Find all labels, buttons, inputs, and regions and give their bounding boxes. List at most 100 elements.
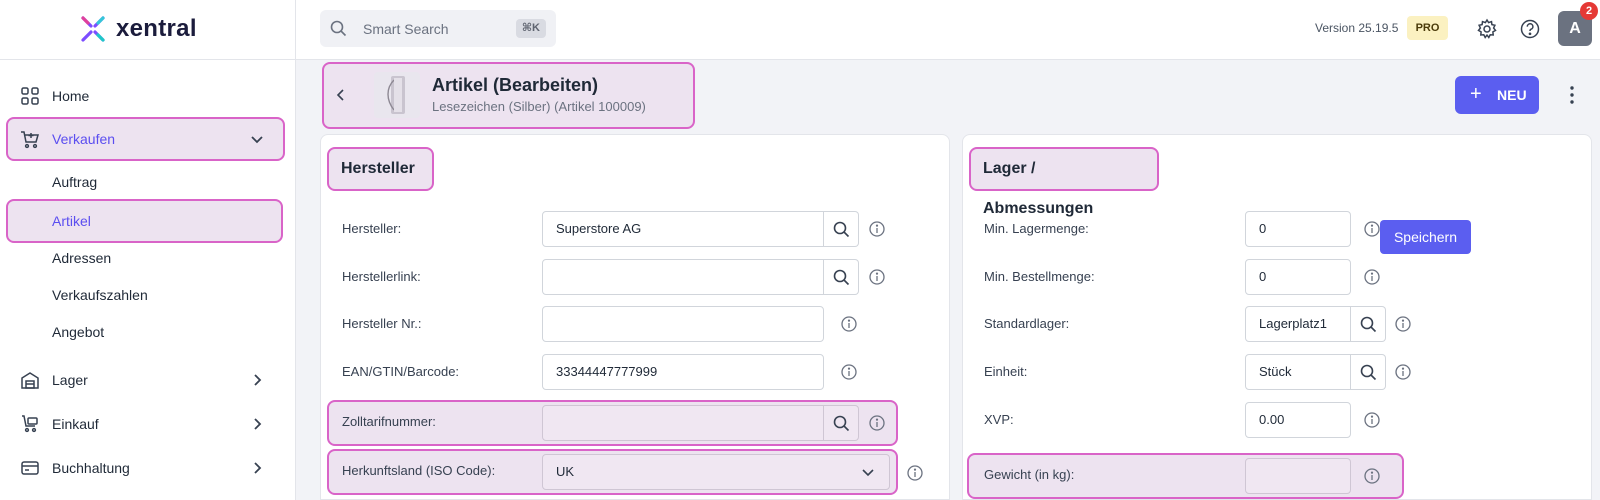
sidebar-subitem-label: Verkaufszahlen	[52, 287, 148, 303]
accounting-icon	[21, 461, 39, 475]
brand-name: xentral	[116, 15, 197, 42]
lager-card-title: Lager / Abmessungen	[969, 147, 1159, 217]
search-icon	[1360, 316, 1377, 333]
sidebar-subitem-angebot[interactable]: Angebot	[6, 312, 283, 352]
sidebar-item-buchhaltung[interactable]: Buchhaltung	[6, 446, 285, 490]
info-icon[interactable]	[1363, 411, 1381, 429]
sidebar-subitem-verkaufszahlen[interactable]: Verkaufszahlen	[6, 275, 283, 315]
herstellerlink-search-button[interactable]	[824, 259, 859, 295]
sidebar: xentral Home Verkaufen Auftrag Artikel A…	[0, 0, 296, 500]
chevron-down-icon[interactable]	[859, 463, 877, 481]
search-icon	[833, 269, 850, 286]
page-header: Artikel (Bearbeiten) Lesezeichen (Silber…	[322, 62, 695, 129]
help-icon[interactable]	[1519, 18, 1541, 40]
sidebar-subitem-label: Adressen	[52, 250, 112, 266]
field-row-gewicht: Gewicht (in kg):	[967, 453, 1404, 499]
gear-icon[interactable]	[1476, 18, 1498, 40]
field-row-min-lagermenge: Min. Lagermenge: 0	[963, 211, 1593, 247]
sidebar-item-verkaufen[interactable]: Verkaufen	[6, 117, 285, 161]
info-icon[interactable]	[868, 220, 886, 238]
search-shortcut-badge: ⌘K	[515, 19, 546, 38]
version-label: Version 25.19.5	[1315, 21, 1399, 35]
plus-icon: +	[1470, 83, 1482, 105]
product-thumbnail	[374, 72, 420, 118]
info-icon[interactable]	[1394, 315, 1412, 333]
chevron-right-icon[interactable]	[247, 414, 267, 434]
sidebar-item-lager[interactable]: Lager	[6, 358, 285, 402]
search-icon	[833, 415, 850, 432]
sidebar-item-einkauf[interactable]: Einkauf	[6, 402, 285, 446]
hersteller-nr-input[interactable]	[542, 306, 824, 342]
einheit-input[interactable]: Stück	[1245, 354, 1351, 390]
field-label: Min. Lagermenge:	[984, 221, 1089, 236]
xentral-logo-icon	[81, 16, 105, 42]
field-label: Min. Bestellmenge:	[984, 269, 1095, 284]
field-row-hersteller-nr: Hersteller Nr.:	[321, 306, 951, 342]
search-placeholder: Smart Search	[363, 21, 449, 37]
home-grid-icon	[21, 87, 39, 105]
info-icon[interactable]	[840, 315, 858, 333]
hersteller-card: Hersteller Hersteller: Superstore AG Her…	[320, 134, 950, 500]
chevron-down-icon[interactable]	[247, 129, 267, 149]
field-label: Hersteller:	[342, 221, 402, 236]
field-row-hersteller: Hersteller: Superstore AG	[321, 211, 951, 247]
sidebar-item-label: Buchhaltung	[52, 460, 130, 476]
plan-badge: PRO	[1407, 16, 1448, 40]
new-button[interactable]: + NEU	[1455, 76, 1539, 114]
sidebar-item-home[interactable]: Home	[6, 74, 285, 118]
field-label: XVP:	[984, 412, 1014, 427]
warehouse-icon	[21, 372, 39, 389]
sidebar-subitem-adressen[interactable]: Adressen	[6, 238, 283, 278]
field-label: Herstellerlink:	[342, 269, 421, 284]
purchase-icon	[22, 415, 38, 433]
sidebar-divider	[0, 59, 296, 60]
page-subtitle: Lesezeichen (Silber) (Artikel 100009)	[432, 99, 646, 114]
brand-logo[interactable]: xentral	[80, 14, 197, 44]
standardlager-input[interactable]: Lagerplatz1	[1245, 306, 1351, 342]
chevron-right-icon[interactable]	[247, 458, 267, 478]
field-label: Zolltarifnummer:	[342, 414, 436, 429]
sidebar-item-label: Home	[52, 88, 90, 104]
info-icon[interactable]	[840, 363, 858, 381]
ean-input[interactable]: 33344447777999	[542, 354, 824, 390]
bookmark-product-icon	[387, 76, 405, 114]
sidebar-subitem-label: Angebot	[52, 324, 105, 340]
standardlager-search-button[interactable]	[1351, 306, 1386, 342]
info-icon[interactable]	[1363, 220, 1381, 238]
xvp-input[interactable]: 0.00	[1245, 402, 1351, 438]
einheit-search-button[interactable]	[1351, 354, 1386, 390]
herkunftsland-select[interactable]: UK	[542, 454, 890, 490]
search-icon	[1360, 364, 1377, 381]
chevron-right-icon[interactable]	[247, 370, 267, 390]
info-icon[interactable]	[906, 464, 924, 482]
zolltarifnummer-input[interactable]	[542, 405, 824, 441]
info-icon[interactable]	[1394, 363, 1412, 381]
sidebar-subitem-auftrag[interactable]: Auftrag	[6, 162, 283, 202]
back-chevron-icon[interactable]	[332, 86, 350, 104]
sidebar-item-label: Lager	[52, 372, 88, 388]
min-lagermenge-input[interactable]: 0	[1245, 211, 1351, 247]
info-icon[interactable]	[868, 268, 886, 286]
field-row-herstellerlink: Herstellerlink:	[321, 259, 951, 295]
search-icon	[330, 20, 347, 37]
sidebar-item-label: Verkaufen	[52, 131, 116, 147]
search-icon	[833, 221, 850, 238]
field-row-herkunftsland: Herkunftsland (ISO Code): UK	[327, 449, 898, 495]
lager-card: Lager / Abmessungen Min. Lagermenge: 0 M…	[962, 134, 1592, 500]
min-bestellmenge-input[interactable]: 0	[1245, 259, 1351, 295]
save-button[interactable]: Speichern	[1380, 220, 1471, 254]
zolltarifnummer-search-button[interactable]	[824, 405, 859, 441]
field-label: Einheit:	[984, 364, 1028, 379]
info-icon[interactable]	[1363, 268, 1381, 286]
field-row-zolltarifnummer: Zolltarifnummer:	[327, 400, 898, 446]
gewicht-input[interactable]	[1245, 458, 1351, 494]
hersteller-input[interactable]: Superstore AG	[542, 211, 824, 247]
info-icon[interactable]	[1363, 467, 1381, 485]
hersteller-search-button[interactable]	[824, 211, 859, 247]
info-icon[interactable]	[868, 414, 886, 432]
more-vertical-icon[interactable]	[1568, 84, 1576, 106]
sidebar-subitem-artikel[interactable]: Artikel	[6, 199, 283, 243]
herstellerlink-input[interactable]	[542, 259, 824, 295]
smart-search-input[interactable]: Smart Search ⌘K	[320, 10, 556, 47]
field-label: Standardlager:	[984, 316, 1070, 331]
